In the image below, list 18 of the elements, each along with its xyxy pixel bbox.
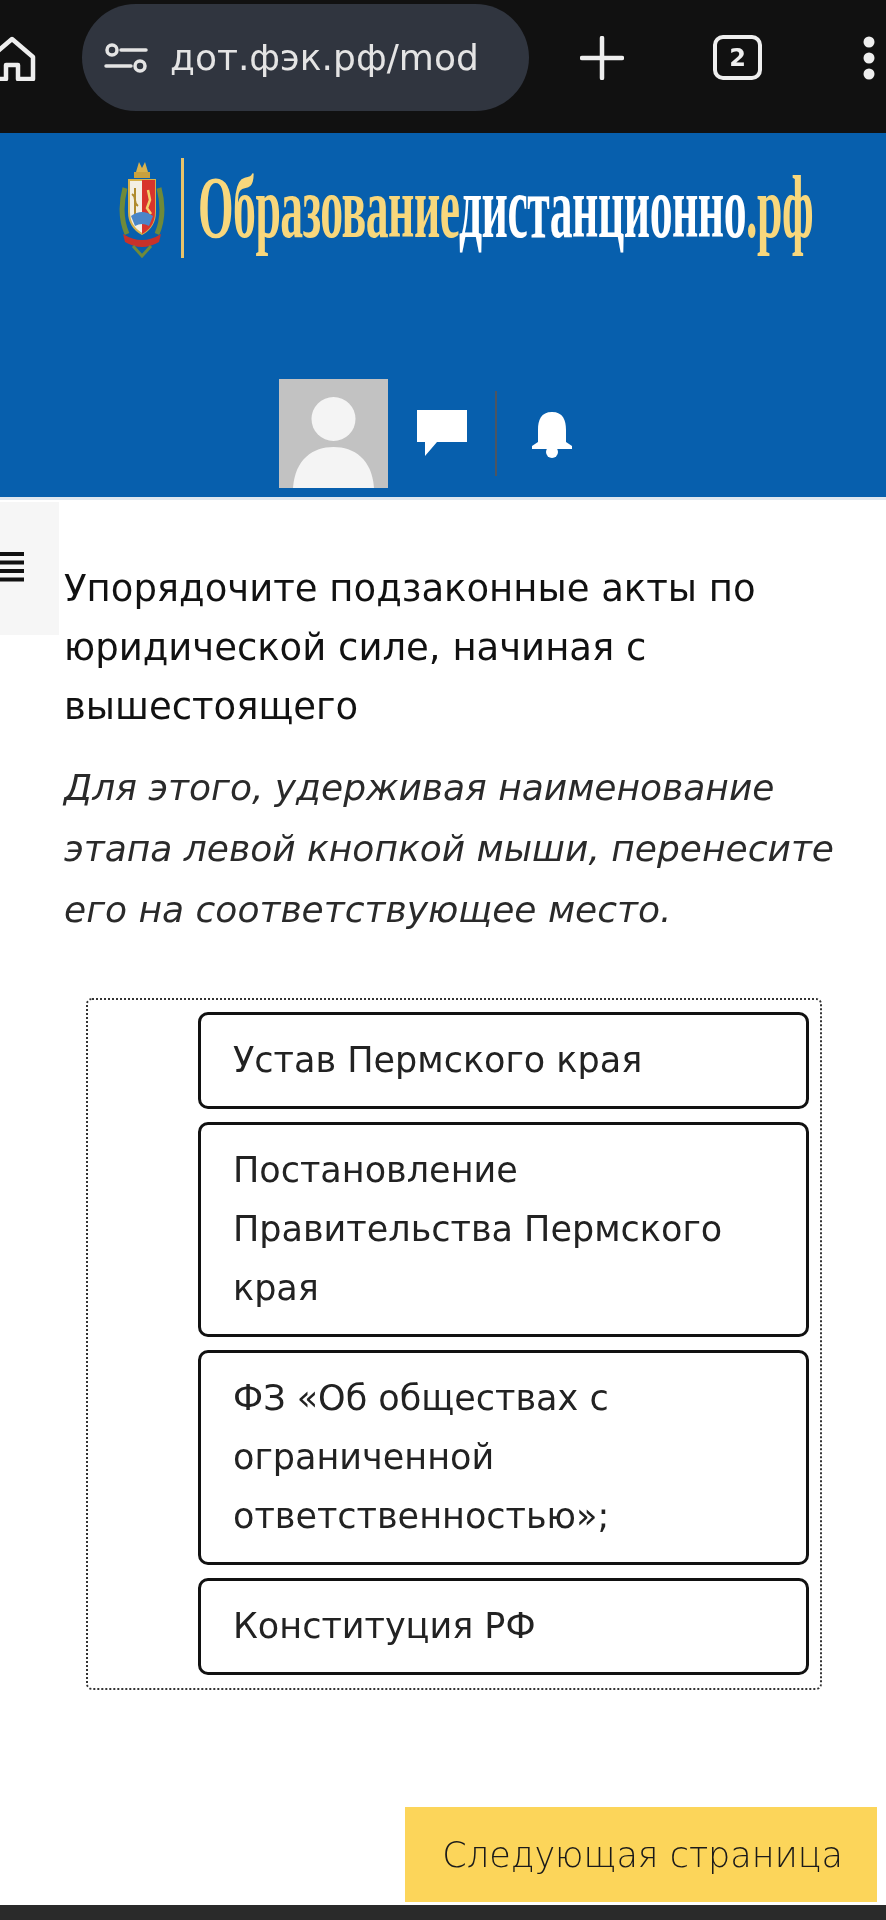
site-settings-icon[interactable] bbox=[104, 42, 148, 73]
instruction-text: Для этого, удерживая наименование этапа левой кнопкой мыши, перенесите его на соответствующее место. bbox=[64, 766, 835, 932]
more-menu-icon[interactable] bbox=[862, 35, 876, 80]
new-tab-plus-icon[interactable] bbox=[580, 35, 624, 80]
draggable-answer-item[interactable]: Устав Пермского края bbox=[198, 1012, 809, 1109]
sidebar-toggle-button[interactable] bbox=[0, 502, 59, 635]
address-bar[interactable]: дот.фэк.рф/mod bbox=[82, 4, 529, 111]
tab-count-button[interactable]: 2 bbox=[713, 35, 762, 80]
draggable-answer-item[interactable]: Постановление Правительства Пермского края bbox=[198, 1122, 809, 1337]
draggable-answer-item[interactable]: ФЗ «Об обществах с ограниченной ответственностью»; bbox=[198, 1350, 809, 1565]
bell-icon[interactable] bbox=[529, 409, 575, 458]
question-text: Упорядочите подзаконные акты по юридической силе, начиная с вышестоящего bbox=[64, 566, 757, 730]
draggable-answer-item[interactable]: Конституция РФ bbox=[198, 1578, 809, 1675]
home-icon[interactable] bbox=[0, 34, 37, 81]
chat-bubble-icon[interactable] bbox=[417, 409, 467, 458]
next-page-button[interactable]: Следующая страница bbox=[405, 1807, 877, 1902]
menu-icon[interactable] bbox=[0, 552, 24, 582]
url-text: дот.фэк.рф/mod bbox=[170, 37, 479, 78]
